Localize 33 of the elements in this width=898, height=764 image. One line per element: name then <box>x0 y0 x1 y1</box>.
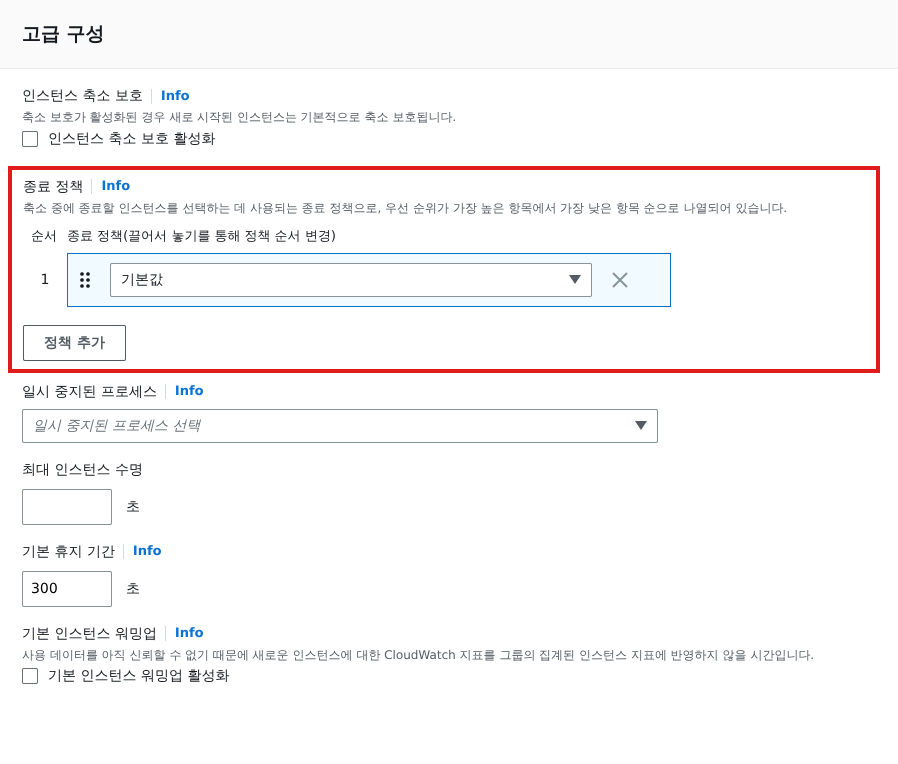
field-description: 축소 보호가 활성화된 경우 새로 시작된 인스턴스는 기본적으로 축소 보호됩니다. <box>22 109 458 126</box>
field-description: 사용 데이터를 아직 신뢰할 수 없기 때문에 새로운 인스턴스에 대한 CloudWatch 지표를 그룹의 집계된 인스턴스 지표에 반영하지 않을 시간입니다. <box>22 646 816 664</box>
close-icon[interactable] <box>612 272 628 288</box>
info-link[interactable]: Info <box>150 88 190 104</box>
caret-down-icon <box>569 275 581 284</box>
field-label: 기본 휴지 기간 <box>22 542 115 561</box>
field-label: 종료 정책 <box>23 178 84 196</box>
add-policy-button[interactable]: 정책 추가 <box>23 324 126 361</box>
checkbox-label: 인스턴스 축소 보호 활성화 <box>48 130 216 148</box>
column-header: 종료 정책(끌어서 놓기를 통해 정책 순서 변경) <box>67 228 336 245</box>
field-label: 인스턴스 축소 보호 <box>22 87 143 105</box>
number-input[interactable]: 300 <box>22 570 112 607</box>
info-link[interactable]: Info <box>164 626 204 642</box>
field-label: 기본 인스턴스 워밍업 <box>22 624 157 643</box>
field-label: 최대 인스턴스 수명 <box>22 460 143 479</box>
order-number: 1 <box>40 272 50 288</box>
info-link[interactable]: Info <box>164 384 204 400</box>
unit-label: 초 <box>126 580 140 598</box>
process-select[interactable]: 일시 중지된 프로세스 선택 <box>22 408 658 443</box>
field-label: 일시 중지된 프로세스 <box>22 382 157 401</box>
checkbox[interactable] <box>22 668 38 684</box>
checkbox[interactable] <box>22 130 38 147</box>
column-header: 순서 <box>31 228 57 245</box>
checkbox-label: 기본 인스턴스 워밍업 활성화 <box>48 667 230 686</box>
field-description: 축소 중에 종료할 인스턴스를 선택하는 데 사용되는 종료 정책으로, 우선 순위가 가장 높은 항목에서 가장 낮은 항목 순으로 나열되어 있습니다. <box>23 200 788 217</box>
policy-select[interactable]: 기본값 <box>110 262 592 297</box>
caret-down-icon <box>635 421 647 430</box>
drag-handle-icon[interactable] <box>80 272 90 288</box>
unit-label: 초 <box>126 498 140 516</box>
section-title: 고급 구성 <box>22 22 105 47</box>
number-input[interactable] <box>22 488 112 525</box>
info-link[interactable]: Info <box>122 544 162 560</box>
info-link[interactable]: Info <box>91 179 130 194</box>
